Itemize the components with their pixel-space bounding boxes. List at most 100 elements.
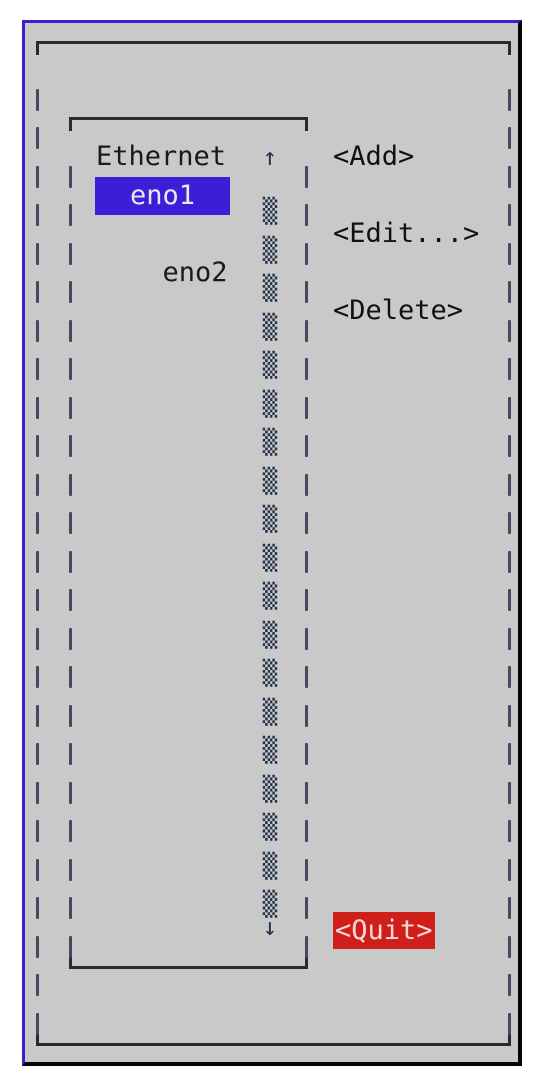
add-button[interactable]: <Add> — [333, 138, 414, 177]
list-frame-right-dash — [305, 396, 308, 419]
scrollbar-track-cell: ▒ — [262, 466, 278, 495]
list-frame-left-dash — [69, 512, 72, 534]
list-frame-left-dash — [69, 435, 72, 457]
list-item-eno2[interactable]: eno2 — [95, 215, 230, 288]
outer-frame-right-dash — [508, 435, 511, 457]
list-frame-left-dash — [69, 204, 72, 226]
list-frame-right-dash — [305, 704, 308, 727]
outer-frame-left-dash — [36, 550, 39, 573]
outer-frame-right-dash — [508, 473, 511, 496]
outer-frame-left-dash — [36, 473, 39, 496]
list-frame-right-dash — [305, 935, 308, 958]
outer-frame-right-dash — [508, 781, 511, 804]
outer-frame-left-dash — [36, 319, 39, 342]
outer-frame-left-dash — [36, 435, 39, 457]
list-frame-left-dash — [69, 550, 72, 573]
list-frame-right-dash — [305, 550, 308, 573]
outer-frame-left-dash — [36, 1012, 39, 1035]
quit-button[interactable]: <Quit> — [333, 912, 435, 949]
outer-frame-right-dash — [508, 204, 511, 226]
list-frame-left-dash — [69, 666, 72, 688]
outer-frame-right-dash — [508, 704, 511, 727]
scroll-down-arrow-icon[interactable]: ↓ — [262, 908, 278, 947]
outer-frame-corner-tl — [36, 41, 39, 55]
list-frame-left-dash — [69, 743, 72, 765]
list-frame-right-dash — [305, 204, 308, 226]
list-frame-left-dash — [69, 396, 72, 419]
outer-frame-left-dash — [36, 88, 39, 111]
outer-frame-left-dash — [36, 281, 39, 303]
delete-button[interactable]: <Delete> — [333, 292, 463, 331]
list-frame-left-dash — [69, 473, 72, 496]
list-frame-left-dash — [69, 858, 72, 881]
list-frame-left-dash — [69, 897, 72, 919]
outer-frame-right-dash — [508, 127, 511, 149]
outer-frame-left-dash — [36, 743, 39, 765]
list-frame-left-dash — [69, 704, 72, 727]
list-frame-bottom — [69, 966, 308, 969]
list-frame-top — [69, 117, 308, 120]
outer-frame-top — [36, 41, 511, 44]
scrollbar-track-cell: ▒ — [262, 582, 278, 610]
outer-frame-right-dash — [508, 396, 511, 419]
outer-frame-right-dash — [508, 319, 511, 342]
list-frame-right-dash — [305, 281, 308, 303]
dialog: Ethernet eno1 eno2 ↑ ▒ ▒ ▒ ▒ ▒ ▒ ▒ ▒ ▒ ▒ ▒ ▒ ▒ ▒ ▒ ▒ ▒ ▒ ▒… — [0, 0, 544, 1090]
outer-frame-right-dash — [508, 88, 511, 111]
outer-frame-left-dash — [36, 858, 39, 881]
outer-frame-right-dash — [508, 627, 511, 650]
list-header-ethernet: Ethernet — [96, 141, 227, 172]
outer-frame-right-dash — [508, 589, 511, 611]
list-frame-right-dash — [305, 666, 308, 688]
edit-button[interactable]: <Edit...> — [333, 215, 479, 254]
outer-frame-right-dash — [508, 165, 511, 188]
scrollbar-track-cell: ▒ — [262, 274, 278, 302]
list-frame-right-dash — [305, 897, 308, 919]
list-frame-left-dash — [69, 358, 72, 380]
list-frame-right-dash — [305, 435, 308, 457]
scrollbar-track-cell: ▒ — [262, 312, 278, 341]
outer-frame-left-dash — [36, 358, 39, 380]
list-frame-right-dash — [305, 165, 308, 188]
scroll-up-arrow-icon[interactable]: ↑ — [262, 138, 278, 177]
list-frame-left-dash — [69, 820, 72, 842]
scrollbar-track-cell: ▒ — [262, 620, 278, 649]
outer-frame-right-dash — [508, 550, 511, 573]
list-frame-left-dash — [69, 281, 72, 303]
list-frame-right-dash — [305, 473, 308, 496]
list-frame-left-dash — [69, 319, 72, 342]
list-frame-corner-tr — [305, 117, 308, 131]
outer-frame-left-dash — [36, 589, 39, 611]
scrollbar-track-cell: ▒ — [262, 197, 278, 225]
list-frame-right-dash — [305, 820, 308, 842]
list-item-label: eno1 — [129, 180, 196, 211]
list-frame-right-dash — [305, 512, 308, 534]
list-item-label: eno2 — [162, 256, 228, 288]
list-frame-left-dash — [69, 165, 72, 188]
list-item-eno1[interactable]: eno1 — [95, 177, 230, 215]
outer-frame-right-dash — [508, 512, 511, 534]
scrollbar-track-cell: ▒ — [262, 697, 278, 726]
outer-frame-left-dash — [36, 512, 39, 534]
list-frame-right-dash — [305, 242, 308, 265]
list-frame-left-dash — [69, 781, 72, 804]
scrollbar-track-cell: ▒ — [262, 736, 278, 764]
scrollbar-track-cell: ▒ — [262, 774, 278, 803]
outer-frame-left-dash — [36, 127, 39, 149]
scrollbar-track-cell: ▒ — [262, 851, 278, 880]
outer-frame-left-dash — [36, 666, 39, 688]
outer-frame-left-dash — [36, 627, 39, 650]
outer-frame-left-dash — [36, 704, 39, 727]
list-frame-right-dash — [305, 358, 308, 380]
outer-frame-right-dash — [508, 358, 511, 380]
outer-frame-left-dash — [36, 204, 39, 226]
list-frame-left-dash — [69, 589, 72, 611]
outer-frame-right-dash — [508, 935, 511, 958]
list-frame-left-dash — [69, 935, 72, 958]
scrollbar-track-cell: ▒ — [262, 389, 278, 418]
outer-frame-left-dash — [36, 897, 39, 919]
outer-frame-right-dash — [508, 974, 511, 996]
list-frame-right-dash — [305, 743, 308, 765]
outer-frame-left-dash — [36, 242, 39, 265]
scrollbar-track-cell: ▒ — [262, 235, 278, 264]
